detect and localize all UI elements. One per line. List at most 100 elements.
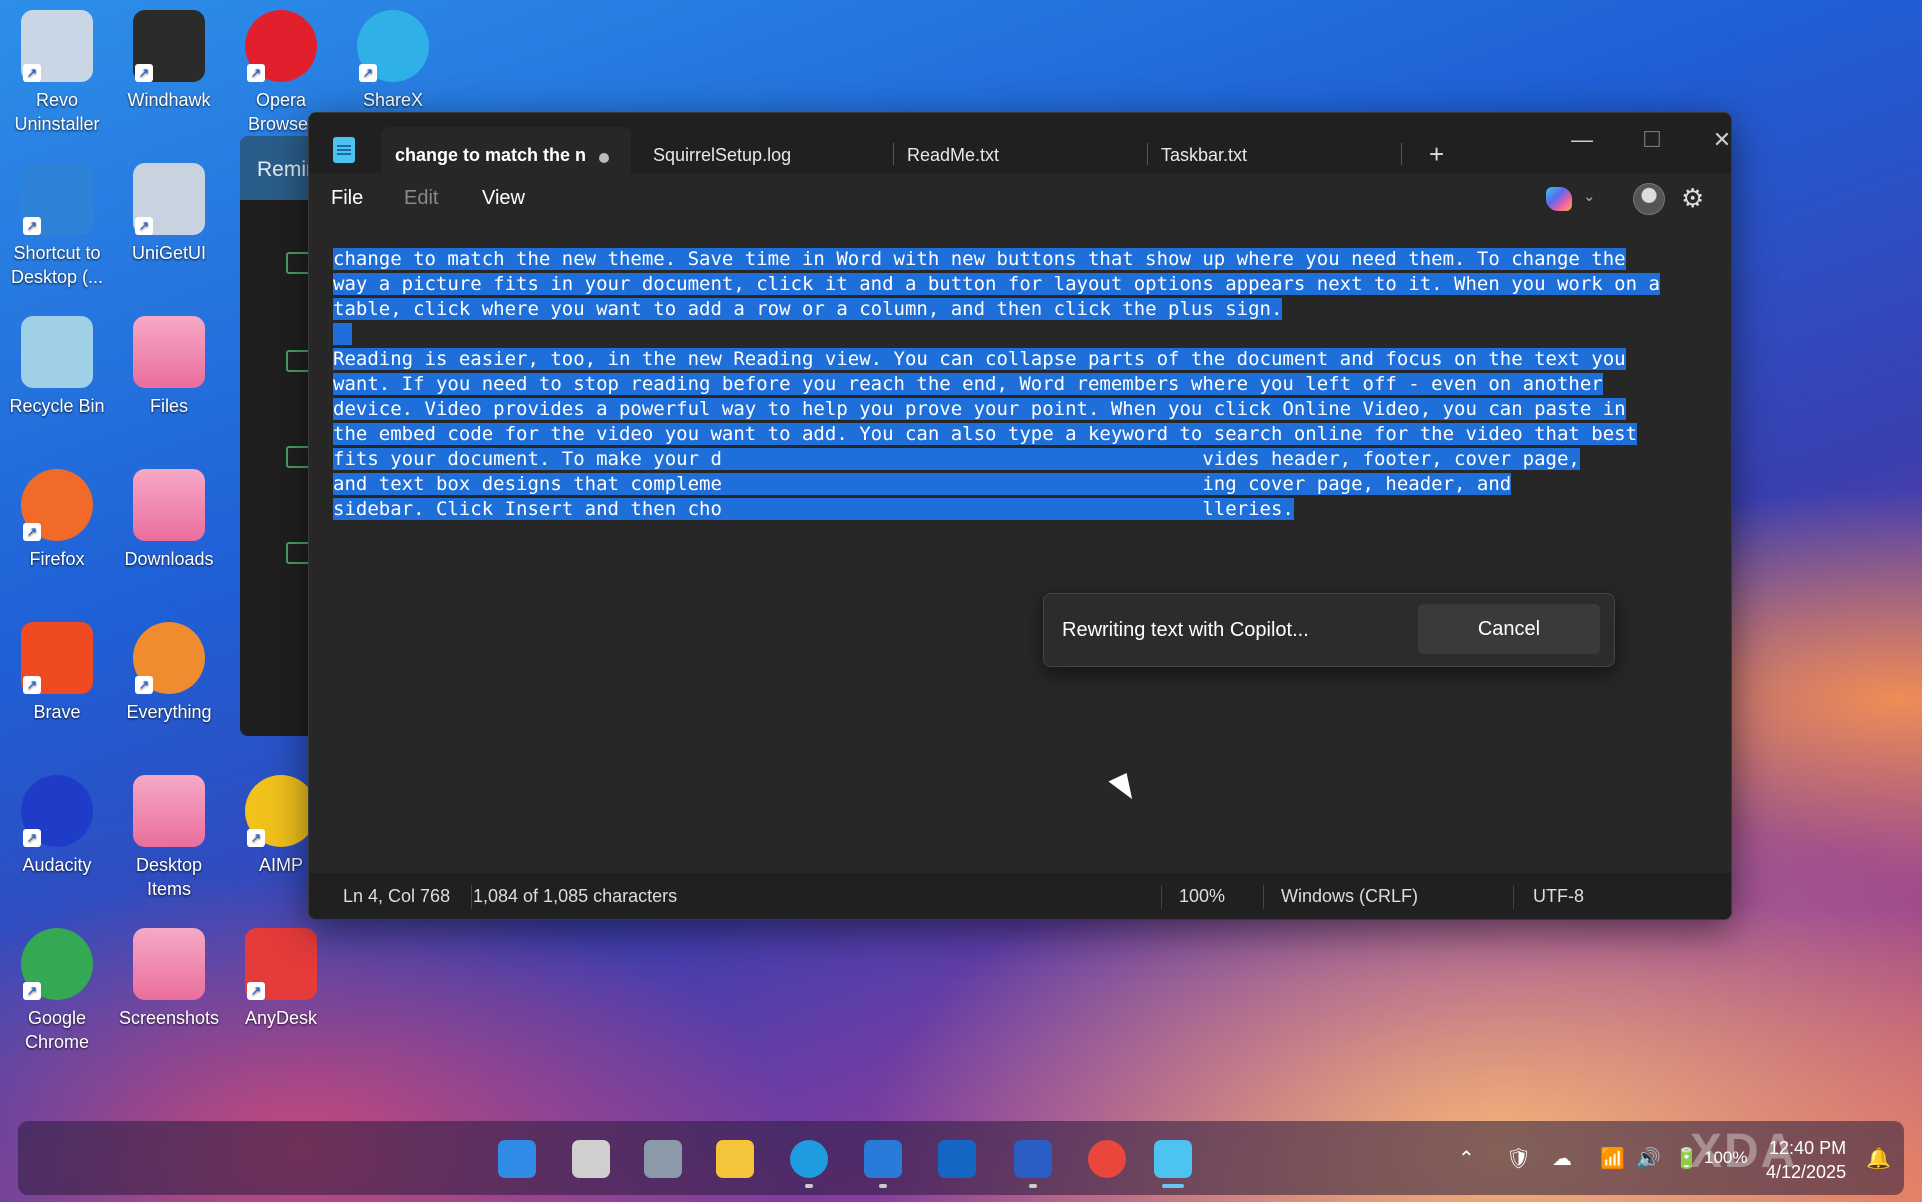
settings-gear-icon[interactable]: ⚙	[1681, 183, 1704, 214]
cancel-button[interactable]: Cancel	[1418, 604, 1600, 654]
chrome-icon: ↗	[21, 928, 93, 1000]
text-line: and text box designs that compleme ing c…	[333, 473, 1512, 495]
desktop-icon[interactable]: ↗ Everything	[114, 616, 224, 724]
opera-icon: ↗	[245, 10, 317, 82]
aimp-icon: ↗	[245, 775, 317, 847]
chevron-down-icon[interactable]: ⌄	[1583, 187, 1596, 205]
shortcut-arrow-icon: ↗	[359, 64, 377, 82]
text-line: sidebar. Click Insert and then cho lleri…	[333, 498, 1294, 520]
calendar-icon	[286, 252, 310, 274]
status-bar: Ln 4, Col 768 1,084 of 1,085 characters …	[309, 873, 1731, 919]
shortcut-arrow-icon: ↗	[135, 64, 153, 82]
menu-view[interactable]: View	[482, 187, 525, 210]
desktop-icon[interactable]: ↗ Shortcut to Desktop (...	[2, 157, 112, 289]
tab-readme[interactable]: ReadMe.txt	[893, 127, 1143, 173]
tab-taskbar[interactable]: Taskbar.txt	[1147, 127, 1397, 173]
notepad-window: change to match the n SquirrelSetup.log …	[308, 112, 1732, 920]
tab-label: ReadMe.txt	[907, 145, 1000, 165]
word-icon[interactable]	[1014, 1140, 1052, 1178]
folder-icon	[133, 928, 205, 1000]
wifi-icon[interactable]: 📶	[1600, 1146, 1625, 1171]
tab-label: SquirrelSetup.log	[653, 145, 792, 165]
minimize-button[interactable]: —	[1557, 127, 1607, 157]
desktop-icon[interactable]: ↗ Firefox	[2, 463, 112, 571]
desktop-icon[interactable]: ↗ AnyDesk	[226, 922, 336, 1030]
menu-file[interactable]: File	[331, 187, 363, 210]
calendar-icon	[286, 446, 310, 468]
desktop-icon[interactable]: Downloads	[114, 463, 224, 571]
close-button[interactable]: ✕	[1697, 127, 1731, 157]
editor-text[interactable]: change to match the new theme. Save time…	[333, 247, 1731, 522]
title-bar: change to match the n SquirrelSetup.log …	[309, 113, 1731, 173]
unsaved-dot-icon	[599, 153, 609, 163]
outlook-icon[interactable]	[938, 1140, 976, 1178]
desktop-icon[interactable]: ↗ Windhawk	[114, 4, 224, 112]
desktop-icon-label: Desktop Items	[135, 855, 203, 899]
tab-active[interactable]: change to match the n	[381, 127, 631, 173]
shortcut-arrow-icon: ↗	[135, 217, 153, 235]
desktop-icon[interactable]: ↗ Brave	[2, 616, 112, 724]
folder-icon	[133, 775, 205, 847]
text-line: fits your document. To make your d vides…	[333, 448, 1580, 470]
revo-uninstaller-icon: ↗	[21, 10, 93, 82]
tab-squirrelsetup[interactable]: SquirrelSetup.log	[639, 127, 889, 173]
settings-icon[interactable]	[644, 1140, 682, 1178]
audacity-icon: ↗	[21, 775, 93, 847]
desktop-icon[interactable]: ↗ ShareX	[338, 4, 448, 112]
onedrive-icon: ↗	[21, 163, 93, 235]
security-icon[interactable]: 🛡	[1506, 1146, 1531, 1171]
shortcut-arrow-icon: ↗	[247, 829, 265, 847]
desktop-icon-label: Firefox	[29, 549, 85, 569]
desktop-icon[interactable]: Screenshots	[114, 922, 224, 1030]
desktop-icon-label: Revo Uninstaller	[14, 90, 100, 134]
new-tab-button[interactable]: +	[1429, 141, 1444, 167]
volume-icon[interactable]: 🔊	[1636, 1146, 1661, 1171]
onedrive-cloud-icon[interactable]: ☁	[1552, 1146, 1572, 1171]
desktop-icon[interactable]: Recycle Bin	[2, 310, 112, 418]
watermark-logo: XDA	[1690, 1125, 1798, 1178]
copilot-icon[interactable]	[1546, 187, 1572, 211]
menu-edit[interactable]: Edit	[404, 187, 438, 210]
running-indicator	[1029, 1184, 1037, 1188]
desktop-icon-label: ShareX	[362, 90, 424, 110]
everything-icon: ↗	[133, 622, 205, 694]
desktop-icon[interactable]: Desktop Items	[114, 769, 224, 901]
character-count: 1,084 of 1,085 characters	[473, 886, 678, 906]
outlook-new-icon[interactable]	[864, 1140, 902, 1178]
desktop-icon[interactable]: ↗ Revo Uninstaller	[2, 4, 112, 136]
desktop-icon[interactable]: ↗ Audacity	[2, 769, 112, 877]
unigetui-icon: ↗	[133, 163, 205, 235]
file-explorer-icon[interactable]	[716, 1140, 754, 1178]
desktop-icon-label: Screenshots	[118, 1008, 220, 1028]
notepad-icon[interactable]	[1154, 1140, 1192, 1178]
tab-label: Taskbar.txt	[1161, 145, 1248, 165]
chrome-icon[interactable]	[1088, 1140, 1126, 1178]
shortcut-arrow-icon: ↗	[247, 64, 265, 82]
notifications-bell-icon[interactable]: 🔔	[1866, 1146, 1891, 1171]
maximize-button[interactable]: ☐	[1627, 127, 1677, 157]
calendar-icon	[286, 542, 310, 564]
encoding[interactable]: UTF-8	[1533, 886, 1584, 907]
copilot-rewrite-dialog: Rewriting text with Copilot... Cancel	[1043, 593, 1615, 667]
line-ending[interactable]: Windows (CRLF)	[1281, 886, 1418, 907]
desktop-icon[interactable]: ↗ Google Chrome	[2, 922, 112, 1054]
zoom-level[interactable]: 100%	[1179, 886, 1225, 907]
desktop-icon-label: Recycle Bin	[9, 396, 105, 416]
sharex-icon: ↗	[357, 10, 429, 82]
cursor-position: Ln 4, Col 768	[343, 886, 451, 906]
shortcut-arrow-icon: ↗	[135, 676, 153, 694]
text-line: want. If you need to stop reading before…	[333, 373, 1603, 395]
start-icon[interactable]	[498, 1140, 536, 1178]
desktop-icon[interactable]: ↗ UniGetUI	[114, 157, 224, 265]
text-line: table, click where you want to add a row…	[333, 298, 1283, 320]
task-view-icon[interactable]	[572, 1140, 610, 1178]
shortcut-arrow-icon: ↗	[23, 217, 41, 235]
edge-icon[interactable]	[790, 1140, 828, 1178]
account-avatar[interactable]	[1633, 183, 1665, 215]
notepad-app-icon	[333, 137, 355, 163]
desktop-icon[interactable]: Files	[114, 310, 224, 418]
show-hidden-icons-chevron-icon[interactable]: ⌃	[1458, 1146, 1475, 1171]
desktop-icon-label: AnyDesk	[244, 1008, 318, 1028]
status-divider	[471, 885, 472, 909]
desktop-icon-label: UniGetUI	[131, 243, 207, 263]
